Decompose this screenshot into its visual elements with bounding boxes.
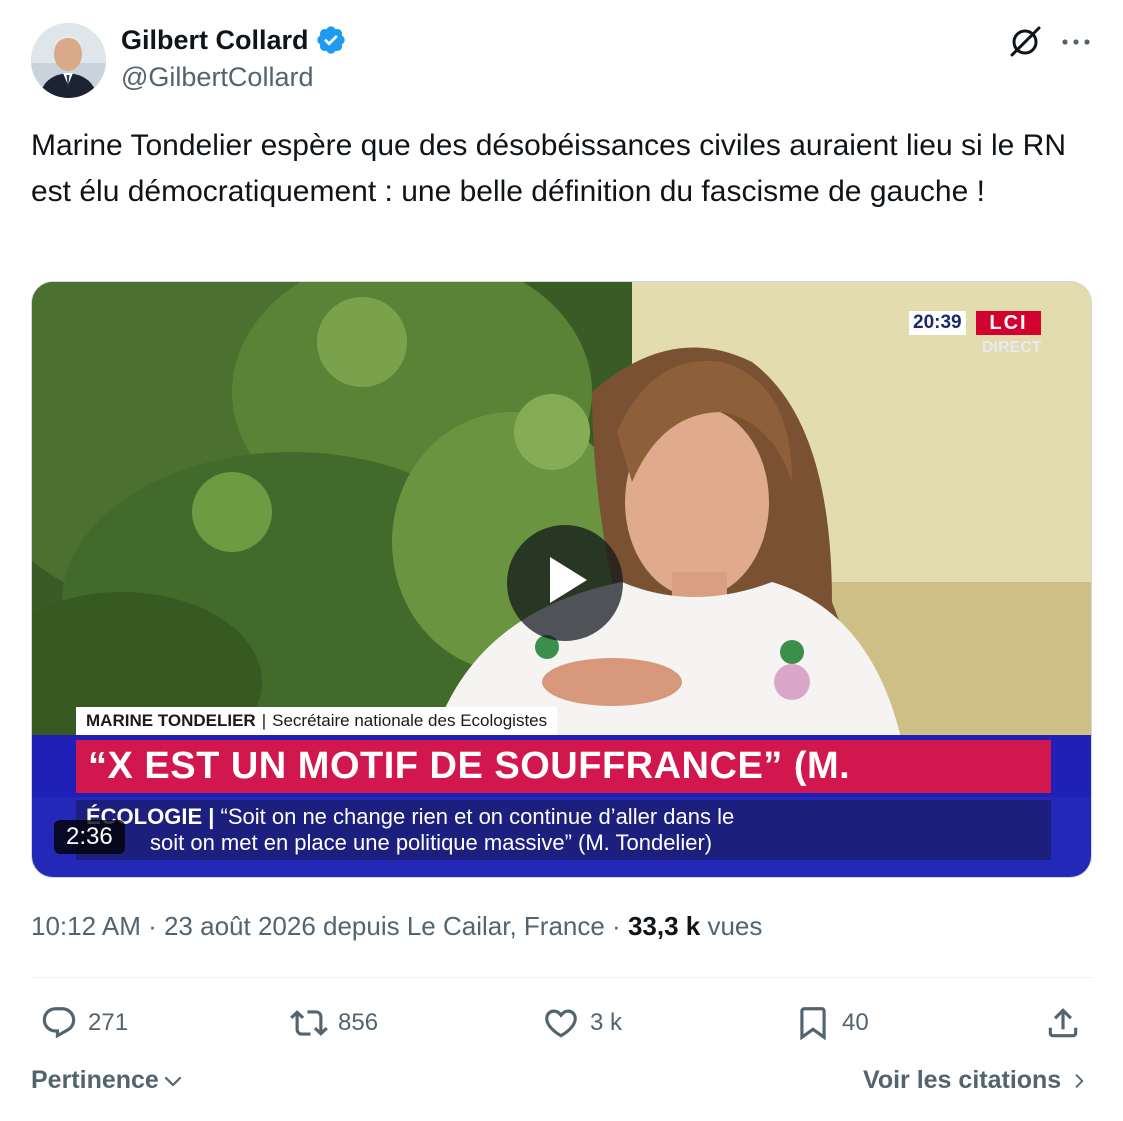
reply-icon bbox=[42, 1007, 76, 1039]
views-count: 33,3 k bbox=[627, 911, 701, 941]
bookmark-count: 40 bbox=[842, 1009, 869, 1036]
channel-clock: 20:39 bbox=[909, 311, 966, 335]
share-icon bbox=[1048, 1008, 1078, 1038]
chevron-right-icon bbox=[1075, 1073, 1084, 1088]
bookmark-button[interactable]: 40 bbox=[794, 1000, 869, 1046]
ticker-line-1: “Soit on ne change rien et on continue d… bbox=[220, 804, 735, 829]
chevron-down-icon bbox=[164, 1076, 181, 1086]
share-button[interactable] bbox=[1044, 1000, 1082, 1046]
repost-count: 856 bbox=[338, 1009, 379, 1036]
play-button[interactable] bbox=[507, 525, 623, 641]
repost-button[interactable]: 856 bbox=[290, 1000, 378, 1046]
channel-logo: LCI bbox=[976, 311, 1041, 335]
speaker-title: Secrétaire nationale des Ecologistes bbox=[272, 711, 548, 730]
avatar-image bbox=[31, 23, 106, 98]
verified-badge-icon bbox=[316, 26, 345, 54]
view-quotes-label: Voir les citations bbox=[863, 1066, 1062, 1094]
repost-icon bbox=[290, 1010, 328, 1036]
play-icon bbox=[550, 557, 587, 603]
live-label: DIRECT bbox=[982, 339, 1042, 356]
video-player[interactable]: 20:39 LCI DIRECT MARINE TONDELIER | Secr… bbox=[31, 281, 1092, 878]
author-display-name[interactable]: Gilbert Collard bbox=[121, 25, 309, 56]
more-options-button[interactable] bbox=[1058, 22, 1094, 62]
ticker-line-2: soit on met en place une politique massi… bbox=[150, 830, 713, 855]
tweet-time[interactable]: 10:12 AM bbox=[31, 911, 141, 941]
more-icon bbox=[1062, 39, 1090, 45]
views-label: vues bbox=[707, 911, 763, 941]
sort-label: Pertinence bbox=[31, 1066, 159, 1094]
meta-separator: · bbox=[604, 911, 628, 941]
author-name-row[interactable]: Gilbert Collard bbox=[121, 24, 347, 56]
grok-icon bbox=[1010, 26, 1041, 57]
tweet-text: Marine Tondelier espère que des désobéis… bbox=[31, 129, 1067, 208]
avatar[interactable] bbox=[31, 23, 106, 98]
reply-button[interactable]: 271 bbox=[40, 1000, 128, 1046]
sort-dropdown[interactable]: Pertinence bbox=[31, 1066, 185, 1095]
video-headline: “X EST UN MOTIF DE SOUFFRANCE” (M. TONDE… bbox=[76, 740, 1051, 840]
grok-button[interactable] bbox=[1005, 22, 1045, 62]
like-button[interactable]: 3 k bbox=[542, 1000, 622, 1046]
bookmark-icon bbox=[800, 1007, 826, 1041]
author-handle[interactable]: @GilbertCollard bbox=[121, 62, 313, 93]
video-ticker: ÉCOLOGIE | “Soit on ne change rien et on… bbox=[76, 800, 1051, 860]
tweet-date-place[interactable]: 23 août 2026 depuis Le Cailar, France bbox=[164, 911, 605, 941]
like-icon bbox=[545, 1009, 577, 1038]
speaker-separator: | bbox=[261, 711, 267, 730]
tweet-meta: 10:12 AM · 23 août 2026 depuis Le Cailar… bbox=[31, 911, 762, 942]
meta-separator: · bbox=[140, 911, 164, 941]
divider bbox=[31, 977, 1093, 978]
reply-count: 271 bbox=[88, 1009, 129, 1036]
view-quotes-link[interactable]: Voir les citations bbox=[863, 1066, 1089, 1095]
video-duration: 2:36 bbox=[54, 820, 125, 854]
speaker-strip: MARINE TONDELIER | Secrétaire nationale … bbox=[76, 707, 558, 735]
like-count: 3 k bbox=[590, 1009, 623, 1036]
speaker-name: MARINE TONDELIER bbox=[86, 711, 256, 730]
